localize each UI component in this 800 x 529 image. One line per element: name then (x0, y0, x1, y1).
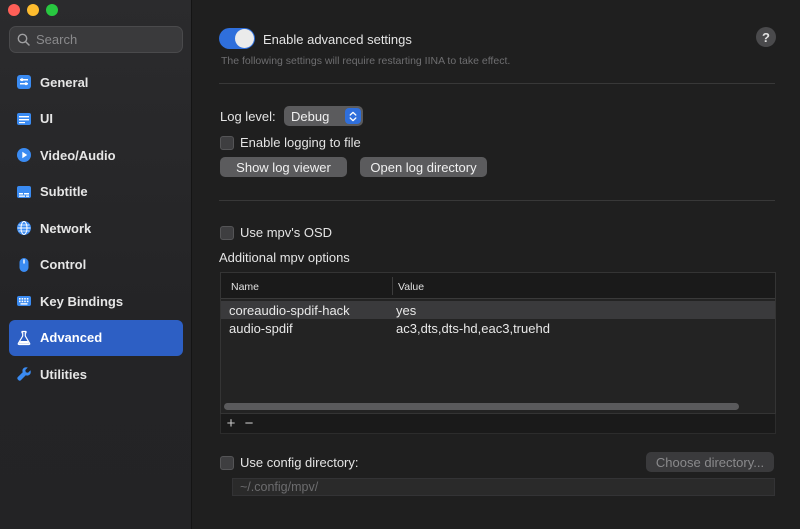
keyboard-icon (15, 292, 33, 310)
sidebar-item-label: General (40, 74, 89, 90)
show-log-viewer-button[interactable]: Show log viewer (220, 157, 347, 177)
play-icon (15, 146, 33, 164)
sidebar-item-video-audio[interactable]: Video/Audio (9, 137, 183, 174)
mpv-options-table[interactable]: Name Value coreaudio-spdif-hack yes audi… (220, 272, 776, 414)
column-header-value[interactable]: Value (398, 281, 424, 293)
subtitle-icon (15, 183, 33, 201)
flask-icon (15, 329, 33, 347)
enable-logging-file-option[interactable]: Enable logging to file (220, 135, 361, 150)
log-level-value: Debug (291, 108, 330, 124)
use-mpv-osd-option[interactable]: Use mpv's OSD (220, 225, 332, 240)
option-value-cell: yes (396, 303, 417, 318)
remove-option-button[interactable]: − (243, 416, 255, 431)
minimize-window-button[interactable] (27, 4, 39, 16)
chevron-up-down-icon (345, 108, 361, 124)
enable-logging-file-checkbox[interactable] (220, 135, 234, 150)
table-row[interactable]: coreaudio-spdif-hack yes (221, 301, 775, 319)
sidebar-item-label: Control (40, 257, 87, 273)
sidebar-item-label: UI (40, 111, 53, 127)
sidebar-item-key-bindings[interactable]: Key Bindings (9, 283, 183, 320)
open-log-directory-button[interactable]: Open log directory (360, 157, 487, 177)
choose-directory-button[interactable]: Choose directory... (646, 452, 774, 472)
maximize-window-button[interactable] (46, 4, 58, 16)
log-level-label: Log level: (220, 109, 276, 124)
add-option-button[interactable]: + (225, 416, 237, 431)
table-row[interactable]: audio-spdif ac3,dts,dts-hd,eac3,truehd (221, 319, 775, 337)
sidebar: General UI Video/Audio Subtitle Network (0, 0, 192, 529)
use-config-directory-checkbox[interactable] (220, 455, 234, 470)
search-box[interactable] (9, 26, 183, 53)
sidebar-item-control[interactable]: Control (9, 247, 183, 284)
divider (219, 83, 775, 84)
sidebar-item-ui[interactable]: UI (9, 101, 183, 138)
sidebar-nav: General UI Video/Audio Subtitle Network (9, 64, 183, 393)
option-name-cell: coreaudio-spdif-hack (229, 303, 350, 318)
table-header: Name Value (221, 273, 775, 299)
enable-logging-file-label: Enable logging to file (240, 135, 361, 150)
ui-icon (15, 110, 33, 128)
toggle-knob (235, 29, 254, 48)
restart-hint: The following settings will require rest… (221, 55, 511, 67)
use-config-directory-label: Use config directory: (240, 455, 359, 470)
config-path-field[interactable]: ~/.config/mpv/ (232, 478, 775, 496)
log-level-select[interactable]: Debug (284, 106, 363, 126)
enable-advanced-toggle[interactable] (219, 28, 255, 49)
use-mpv-osd-label: Use mpv's OSD (240, 225, 333, 240)
column-divider (392, 277, 393, 295)
search-input[interactable] (36, 32, 176, 47)
wrench-icon (15, 365, 33, 383)
sidebar-item-advanced[interactable]: Advanced (9, 319, 183, 356)
sidebar-item-utilities[interactable]: Utilities (9, 356, 183, 393)
sidebar-item-subtitle[interactable]: Subtitle (9, 174, 183, 211)
horizontal-scrollbar[interactable] (224, 403, 739, 410)
column-header-name[interactable]: Name (231, 281, 259, 293)
sidebar-item-general[interactable]: General (9, 64, 183, 101)
window-controls (8, 4, 58, 16)
table-toolbar: + − (220, 414, 776, 434)
use-mpv-osd-checkbox[interactable] (220, 225, 234, 240)
divider (219, 200, 775, 201)
mouse-icon (15, 256, 33, 274)
sidebar-item-label: Network (40, 220, 92, 236)
use-config-directory-option[interactable]: Use config directory: (220, 455, 359, 470)
option-name-cell: audio-spdif (229, 321, 293, 336)
help-button[interactable]: ? (756, 27, 776, 47)
sidebar-item-label: Key Bindings (40, 293, 124, 309)
sidebar-item-label: Utilities (40, 366, 87, 382)
close-window-button[interactable] (8, 4, 20, 16)
sidebar-item-label: Video/Audio (40, 147, 116, 163)
advanced-settings-panel: Enable advanced settings ? The following… (192, 0, 800, 529)
globe-icon (15, 219, 33, 237)
sidebar-item-network[interactable]: Network (9, 210, 183, 247)
sidebar-item-label: Advanced (40, 330, 103, 346)
sidebar-item-label: Subtitle (40, 184, 88, 200)
general-icon (15, 73, 33, 91)
additional-mpv-options-label: Additional mpv options (219, 250, 350, 265)
search-icon (17, 33, 30, 46)
enable-advanced-label: Enable advanced settings (263, 32, 412, 47)
option-value-cell: ac3,dts,dts-hd,eac3,truehd (396, 321, 550, 336)
